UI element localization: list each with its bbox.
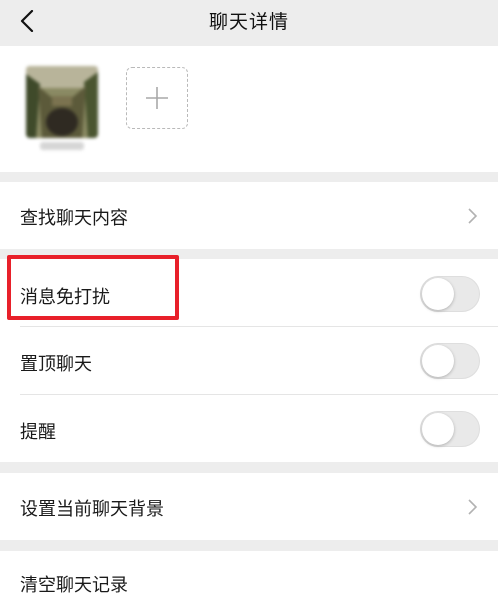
- chevron-right-icon: [468, 208, 478, 224]
- mute-toggle[interactable]: [420, 276, 480, 312]
- toggle-knob: [422, 345, 454, 377]
- page-title: 聊天详情: [208, 11, 289, 33]
- toggle-knob: [422, 278, 454, 310]
- chat-background-label: 设置当前聊天背景: [20, 499, 164, 520]
- chevron-right-icon: [468, 499, 478, 515]
- nav-bar: 聊天详情: [0, 0, 498, 46]
- clear-history-label: 清空聊天记录: [20, 575, 128, 596]
- divider: [20, 326, 498, 327]
- member-avatar[interactable]: [26, 66, 102, 150]
- add-member-button[interactable]: [126, 67, 188, 129]
- pin-label: 置顶聊天: [20, 354, 92, 375]
- remind-toggle[interactable]: [420, 411, 480, 447]
- search-chat-label: 查找聊天内容: [20, 208, 128, 229]
- highlight-annotation-box: [7, 255, 179, 320]
- search-chat-row[interactable]: 查找聊天内容: [0, 182, 498, 249]
- avatar-name-blurred: [40, 142, 84, 150]
- remind-label: 提醒: [20, 422, 56, 443]
- member-section: [0, 46, 498, 172]
- avatar: [26, 66, 98, 138]
- toggle-knob: [422, 413, 454, 445]
- pin-toggle[interactable]: [420, 343, 480, 379]
- divider: [20, 394, 498, 395]
- chat-background-row[interactable]: 设置当前聊天背景: [0, 473, 498, 540]
- plus-icon: [146, 87, 168, 109]
- clear-history-row[interactable]: 清空聊天记录: [0, 551, 498, 600]
